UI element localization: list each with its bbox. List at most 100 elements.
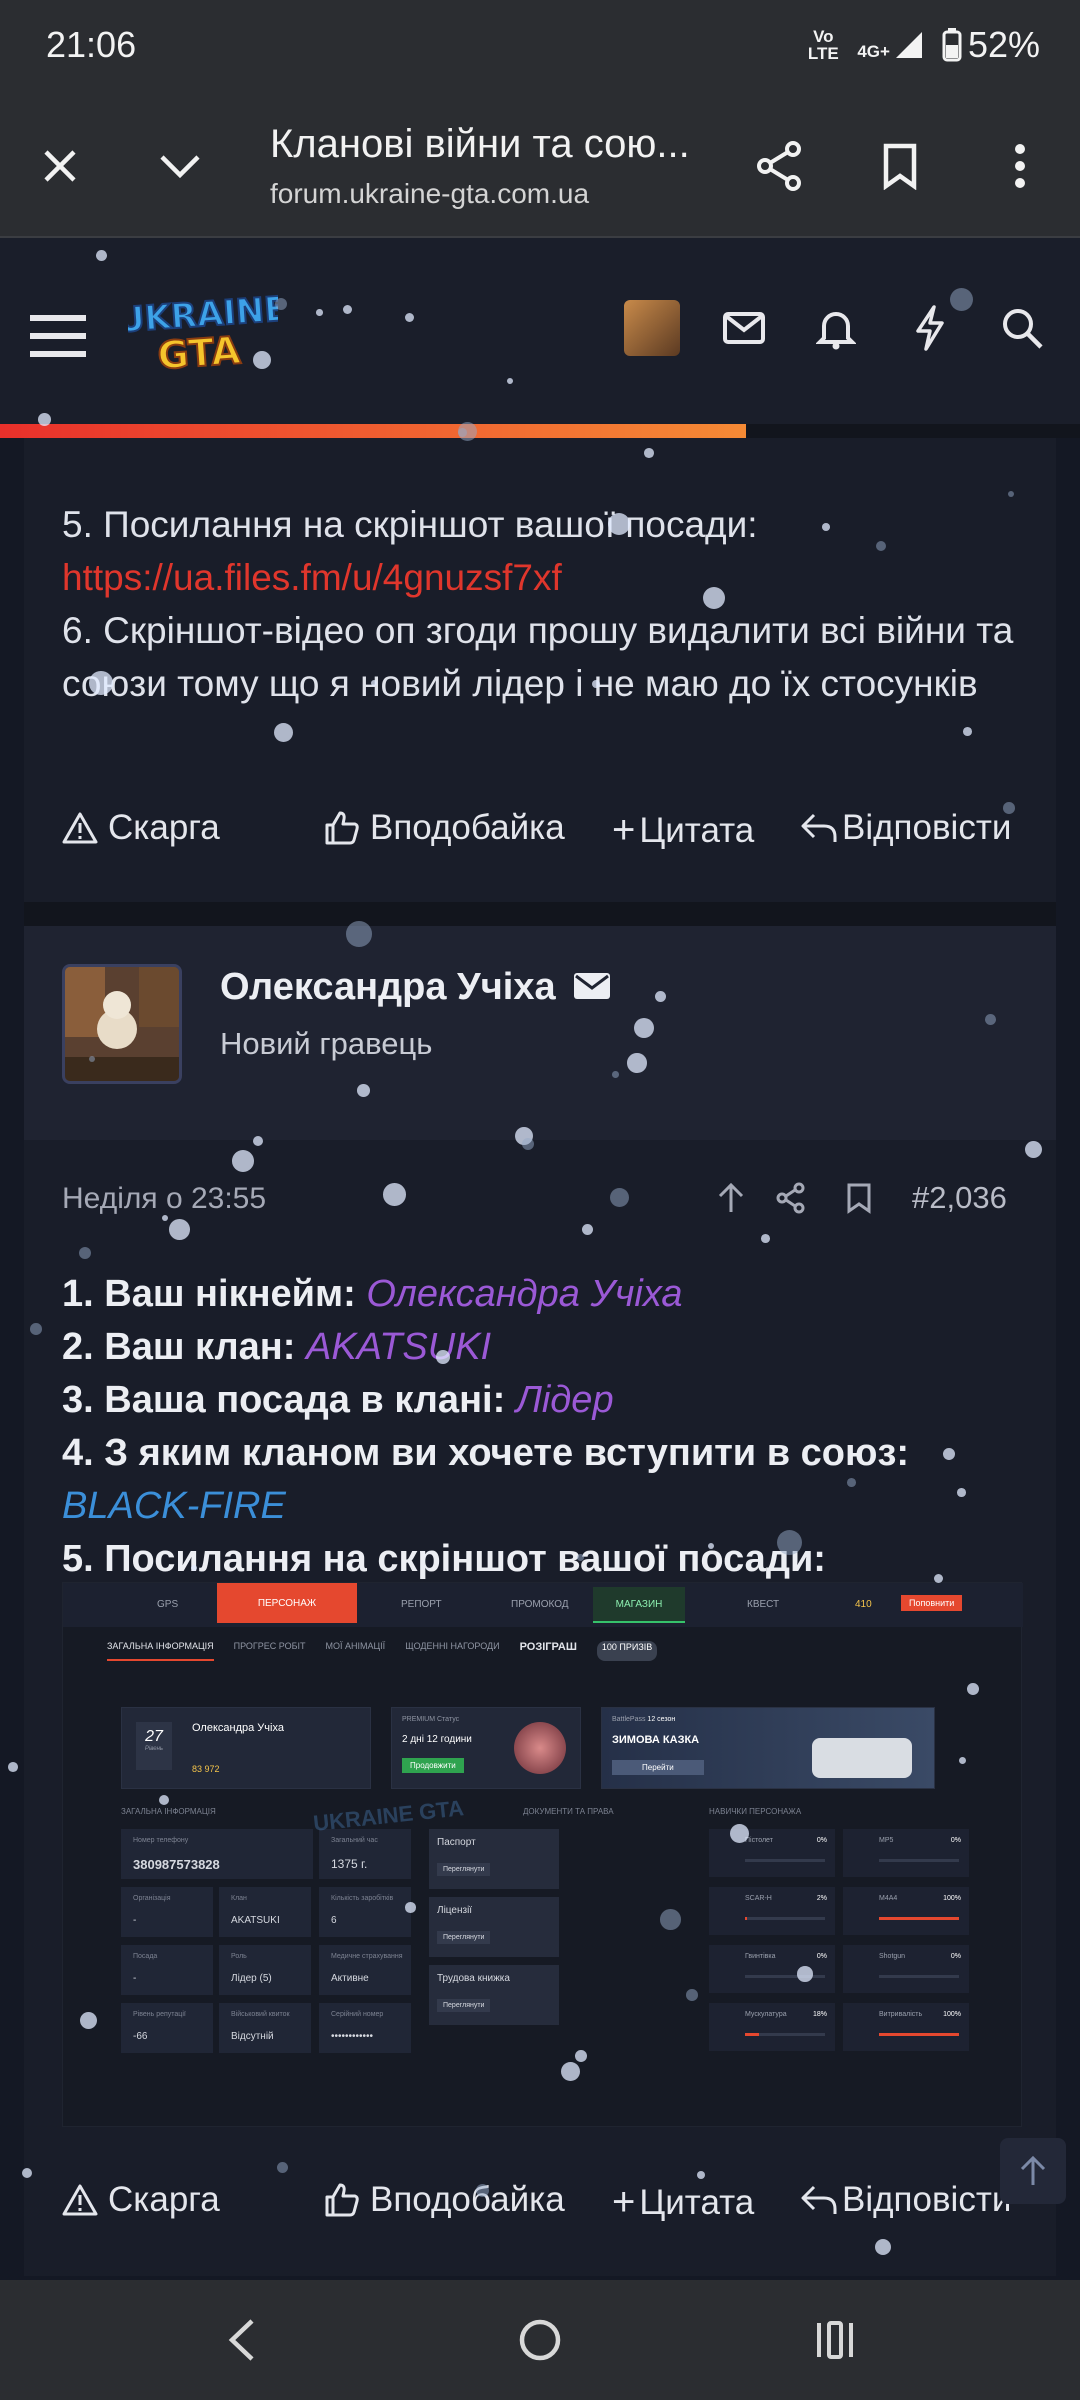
post-body: 5. Посилання на скріншот вашої посади: h…	[62, 498, 1022, 710]
skill-item: SCAR-H 2%	[709, 1887, 835, 1935]
page-url: forum.ukraine-gta.com.ua	[270, 178, 590, 209]
screenshot-link[interactable]: https://ua.files.fm/u/4gnuzsf7xf	[62, 551, 1022, 604]
reply-button[interactable]: Відповісти	[800, 808, 1011, 848]
snowflake	[686, 1989, 698, 2001]
snowflake	[8, 1762, 18, 1772]
thumbs-up-icon	[325, 2183, 359, 2217]
lightning-icon[interactable]	[902, 300, 958, 356]
share-icon[interactable]	[750, 136, 810, 196]
snowflake	[232, 1150, 254, 1172]
snowflake	[522, 1138, 534, 1150]
skill-item: M4A4 100%	[843, 1887, 969, 1935]
snowflake	[797, 1966, 813, 1982]
post-actions: Скарга Вподобайка + Цитата Відповісти	[62, 800, 1022, 860]
author-avatar[interactable]	[62, 964, 182, 1084]
snowflake	[383, 1183, 406, 1206]
report-button[interactable]: Скарга	[62, 2180, 220, 2220]
read-progress-bar	[0, 424, 1080, 438]
snowflake	[967, 1683, 979, 1695]
skill-item: MP5 0%	[843, 1829, 969, 1877]
signal-icon: 4G+	[857, 30, 924, 60]
snowflake	[963, 727, 972, 736]
author-name[interactable]: Олександра Учіха	[220, 966, 556, 1008]
bookmark-post-icon[interactable]	[846, 1182, 872, 1219]
skill-item: Гвинтівка 0%	[709, 1945, 835, 1993]
snowflake	[822, 523, 830, 531]
home-icon[interactable]	[505, 2310, 575, 2370]
reply-button[interactable]: Відповісти	[800, 2180, 1011, 2220]
more-menu-icon[interactable]	[990, 136, 1050, 196]
post-actions-2: Скарга Вподобайка + Цитата Відповісти	[62, 2172, 1022, 2232]
volte-indicator: Vo LTE	[807, 27, 839, 63]
skill-item: Shotgun 0%	[843, 1945, 969, 1993]
post-number[interactable]: #2,036	[912, 1180, 1007, 1216]
page-title: Кланові війни та сою...	[270, 122, 690, 166]
custom-tab-toolbar: Кланові війни та сою... forum.ukraine-gt…	[0, 92, 1080, 238]
search-icon[interactable]	[994, 300, 1050, 356]
user-avatar[interactable]	[624, 300, 680, 356]
recent-apps-icon[interactable]	[800, 2310, 870, 2370]
plus-icon: +	[612, 808, 636, 852]
chevron-down-icon[interactable]	[150, 136, 210, 196]
arrow-up-icon	[1020, 2155, 1046, 2185]
skill-item: Витривалість 100%	[843, 2003, 969, 2051]
snowflake	[577, 1554, 584, 1561]
like-button[interactable]: Вподобайка	[324, 2180, 565, 2220]
report-button[interactable]: Скарга	[62, 808, 220, 848]
like-button[interactable]: Вподобайка	[324, 808, 565, 848]
hamburger-menu-icon[interactable]	[30, 308, 86, 364]
author-role: Новий гравець	[220, 1026, 433, 1061]
snowflake	[660, 1909, 681, 1930]
snowflake	[346, 921, 372, 947]
message-icon	[574, 973, 611, 999]
snowflake	[777, 1530, 803, 1556]
snowflake	[761, 1234, 770, 1243]
quote-button[interactable]: + Цитата	[612, 808, 754, 853]
bell-icon[interactable]	[808, 300, 864, 356]
status-time: 21:06	[46, 24, 137, 65]
plus-icon: +	[612, 2180, 636, 2224]
snowflake	[316, 309, 323, 316]
scroll-to-top-button[interactable]	[1000, 2138, 1066, 2204]
status-bar: 21:06 Vo LTE 4G+ 52%	[0, 0, 1080, 92]
snowflake	[89, 1056, 95, 1062]
snowflake	[436, 1350, 450, 1364]
mail-icon[interactable]	[716, 300, 772, 356]
post-divider	[24, 902, 1056, 926]
snowflake	[644, 448, 654, 458]
snowflake	[169, 1219, 190, 1240]
snowflake	[950, 288, 973, 311]
back-icon[interactable]	[206, 2310, 276, 2370]
snowflake	[730, 1824, 749, 1843]
snowflake	[655, 991, 666, 1002]
share-post-icon[interactable]	[776, 1182, 806, 1219]
snowflake	[612, 1071, 619, 1078]
snowflake	[703, 587, 725, 609]
post-date[interactable]: Неділя о 23:55	[62, 1182, 266, 1216]
snowflake	[592, 680, 600, 688]
attached-screenshot[interactable]: GPS ПЕРСОНАЖ РЕПОРТ ПРОМОКОД МАГАЗИН КВЕ…	[62, 1582, 1023, 2127]
snowflake	[943, 1448, 955, 1460]
reply-icon	[801, 2185, 837, 2214]
tab-character: ПЕРСОНАЖ	[217, 1583, 357, 1623]
thumbs-up-icon	[325, 811, 359, 845]
snowflake	[985, 1014, 997, 1026]
game-menu-tabs: GPS ПЕРСОНАЖ РЕПОРТ ПРОМОКОД МАГАЗИН КВЕ…	[63, 1583, 1023, 1627]
snowflake	[405, 1902, 416, 1913]
arrow-up-icon[interactable]	[716, 1182, 746, 1219]
quote-button[interactable]: + Цитата	[612, 2180, 754, 2225]
battery-icon: 52%	[942, 24, 1040, 66]
snowflake	[30, 1323, 42, 1335]
snowflake	[89, 671, 113, 695]
warning-icon	[62, 2184, 98, 2216]
skill-item: Мускулатура 18%	[709, 2003, 835, 2051]
close-icon[interactable]	[30, 136, 90, 196]
snowflake	[357, 1084, 370, 1097]
bookmark-icon[interactable]	[870, 136, 930, 196]
snowflake	[627, 1053, 647, 1073]
snowflake	[957, 1488, 966, 1497]
snowflake	[847, 1478, 856, 1487]
snowflake	[1003, 802, 1015, 814]
battery-level: 52%	[967, 24, 1040, 65]
system-nav-bar	[0, 2280, 1080, 2400]
